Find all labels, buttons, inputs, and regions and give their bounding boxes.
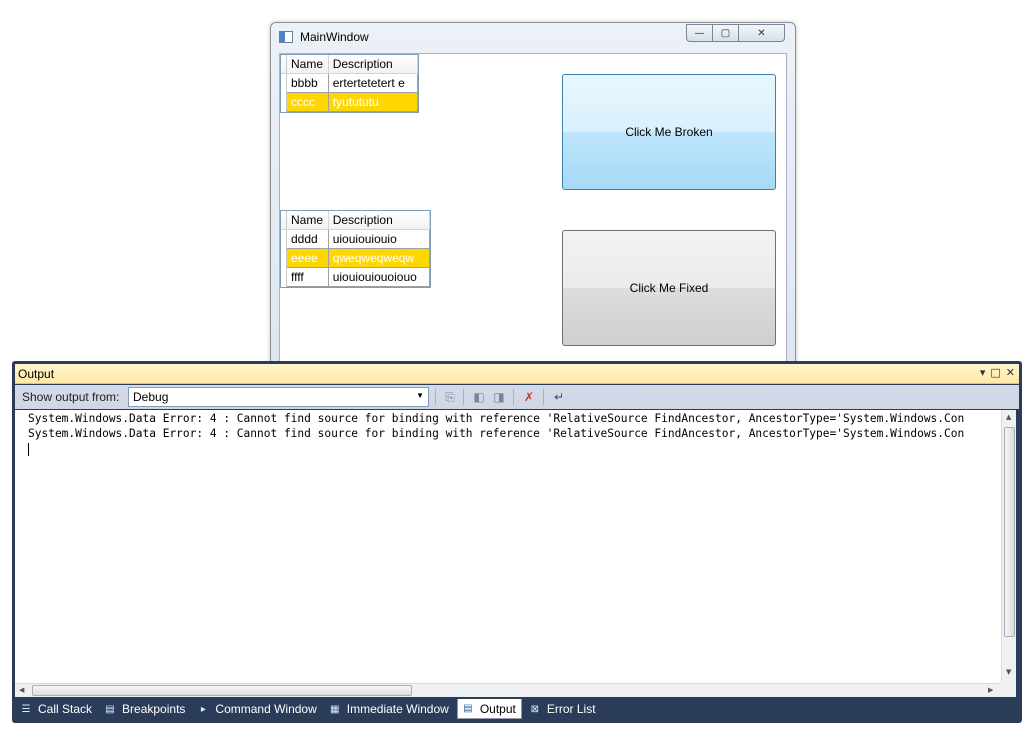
window-position-dropdown-icon[interactable]: ▾ — [980, 366, 986, 379]
caption-buttons: — ▢ ✕ — [686, 24, 785, 42]
click-me-fixed-button[interactable]: Click Me Fixed — [562, 230, 776, 346]
table-row[interactable]: bbbb ertertetetert e — [281, 74, 418, 93]
output-source-select[interactable]: Debug ▼ — [128, 387, 429, 407]
grid-header-row: Name Description — [281, 55, 418, 74]
output-toolbar: Show output from: Debug ▼ ⎘ ◧ ◨ ✗ ↵ — [15, 385, 1019, 409]
find-message-icon[interactable]: ⎘ — [442, 389, 458, 405]
cell-description[interactable]: qweqweqweqw — [328, 249, 430, 268]
grid-header-row: Name Description — [281, 211, 430, 230]
tab-immediate-window[interactable]: ▦ Immediate Window — [325, 699, 454, 719]
scroll-down-icon[interactable]: ▼ — [1006, 668, 1011, 676]
vertical-scrollbar[interactable]: ▲ ▼ — [1001, 410, 1016, 683]
call-stack-icon: ☰ — [21, 703, 31, 715]
window-title-bar[interactable]: MainWindow — ▢ ✕ — [271, 23, 795, 51]
text-caret — [28, 443, 29, 456]
tab-error-list[interactable]: ⊠ Error List — [525, 699, 601, 719]
output-title: Output — [18, 367, 55, 381]
data-grid-top[interactable]: Name Description bbbb ertertetetert e cc… — [280, 54, 419, 113]
column-header-name[interactable]: Name — [287, 211, 329, 229]
tab-label: Output — [479, 701, 516, 716]
scroll-left-icon[interactable]: ◀ — [19, 686, 24, 694]
table-row-selected[interactable]: cccc tyutututu — [281, 93, 418, 112]
toolbar-separator — [543, 389, 544, 405]
output-title-bar[interactable]: Output ▾ □ ✕ — [15, 364, 1019, 384]
horizontal-scrollbar[interactable]: ◀ ▶ — [15, 683, 1001, 697]
tool-window-tabs: ☰ Call Stack ▤ Breakpoints ▸ Command Window… — [12, 698, 1022, 720]
maximize-button[interactable]: ▢ — [713, 24, 739, 42]
table-row[interactable]: dddd uiouiouiouio — [281, 230, 430, 249]
pane-controls: ▾ □ ✕ — [980, 366, 1015, 379]
main-window: MainWindow — ▢ ✕ Name Description bbbb e… — [270, 22, 796, 372]
next-message-icon[interactable]: ◨ — [491, 389, 507, 405]
breakpoints-icon: ▤ — [105, 703, 115, 715]
toolbar-separator — [435, 389, 436, 405]
data-grid-bottom[interactable]: Name Description dddd uiouiouiouio eeee … — [280, 210, 431, 288]
vertical-scroll-thumb[interactable] — [1004, 427, 1015, 637]
scrollbar-corner — [1001, 683, 1016, 697]
float-window-icon[interactable]: □ — [990, 366, 1000, 379]
cell-description[interactable]: tyutututu — [328, 93, 418, 112]
tab-command-window[interactable]: ▸ Command Window — [193, 699, 321, 719]
tab-label: Error List — [546, 702, 596, 716]
column-header-description[interactable]: Description — [329, 55, 418, 73]
cell-name[interactable]: cccc — [287, 93, 329, 112]
column-header-name[interactable]: Name — [287, 55, 329, 73]
output-source-value: Debug — [133, 390, 169, 404]
chevron-down-icon: ▼ — [416, 391, 424, 400]
close-pane-icon[interactable]: ✕ — [1006, 366, 1015, 379]
table-row-selected[interactable]: eeee qweqweqweqw — [281, 249, 430, 268]
close-button[interactable]: ✕ — [739, 24, 785, 42]
error-list-icon: ⊠ — [530, 703, 540, 715]
cell-description[interactable]: uiouiouiouio — [328, 230, 430, 249]
tab-breakpoints[interactable]: ▤ Breakpoints — [100, 699, 190, 719]
tab-output[interactable]: ▤ Output — [456, 699, 522, 719]
cell-name[interactable]: eeee — [287, 249, 329, 268]
tab-label: Call Stack — [38, 702, 93, 716]
clear-all-icon[interactable]: ✗ — [521, 389, 537, 405]
tab-label: Breakpoints — [122, 702, 186, 716]
minimize-button[interactable]: — — [686, 24, 713, 42]
cell-name[interactable]: bbbb — [287, 74, 329, 93]
minimize-icon: — — [694, 27, 705, 39]
word-wrap-icon[interactable]: ↵ — [551, 389, 567, 405]
window-client-area: Name Description bbbb ertertetetert e cc… — [279, 53, 787, 371]
maximize-icon: ▢ — [720, 27, 731, 39]
output-text-area[interactable]: System.Windows.Data Error: 4 : Cannot fi… — [15, 410, 1001, 683]
output-panel: Output ▾ □ ✕ Show output from: Debug ▼ ⎘… — [12, 361, 1022, 723]
output-icon: ▤ — [463, 703, 473, 714]
command-window-icon: ▸ — [200, 703, 206, 715]
tab-label: Immediate Window — [346, 702, 449, 716]
immediate-window-icon: ▦ — [330, 703, 340, 715]
scroll-up-icon[interactable]: ▲ — [1006, 413, 1011, 421]
output-line: System.Windows.Data Error: 4 : Cannot fi… — [28, 412, 965, 425]
window-app-icon — [279, 31, 293, 43]
window-title: MainWindow — [300, 30, 369, 44]
column-header-description[interactable]: Description — [329, 211, 430, 229]
tab-label: Command Window — [215, 702, 317, 716]
cell-name[interactable]: ffff — [287, 268, 329, 287]
output-line: System.Windows.Data Error: 4 : Cannot fi… — [28, 427, 965, 440]
table-row[interactable]: ffff uiouiouiouoiouo — [281, 268, 430, 287]
horizontal-scroll-thumb[interactable] — [32, 685, 412, 696]
click-me-broken-button[interactable]: Click Me Broken — [562, 74, 776, 190]
scroll-right-icon[interactable]: ▶ — [988, 686, 993, 694]
toolbar-separator — [463, 389, 464, 405]
toolbar-separator — [513, 389, 514, 405]
cell-description[interactable]: uiouiouiouoiouo — [328, 268, 430, 287]
prev-message-icon[interactable]: ◧ — [471, 389, 487, 405]
cell-description[interactable]: ertertetetert e — [328, 74, 418, 93]
close-icon: ✕ — [757, 27, 766, 39]
cell-name[interactable]: dddd — [287, 230, 329, 249]
tab-call-stack[interactable]: ☰ Call Stack — [16, 699, 97, 719]
show-output-from-label: Show output from: — [22, 390, 120, 404]
